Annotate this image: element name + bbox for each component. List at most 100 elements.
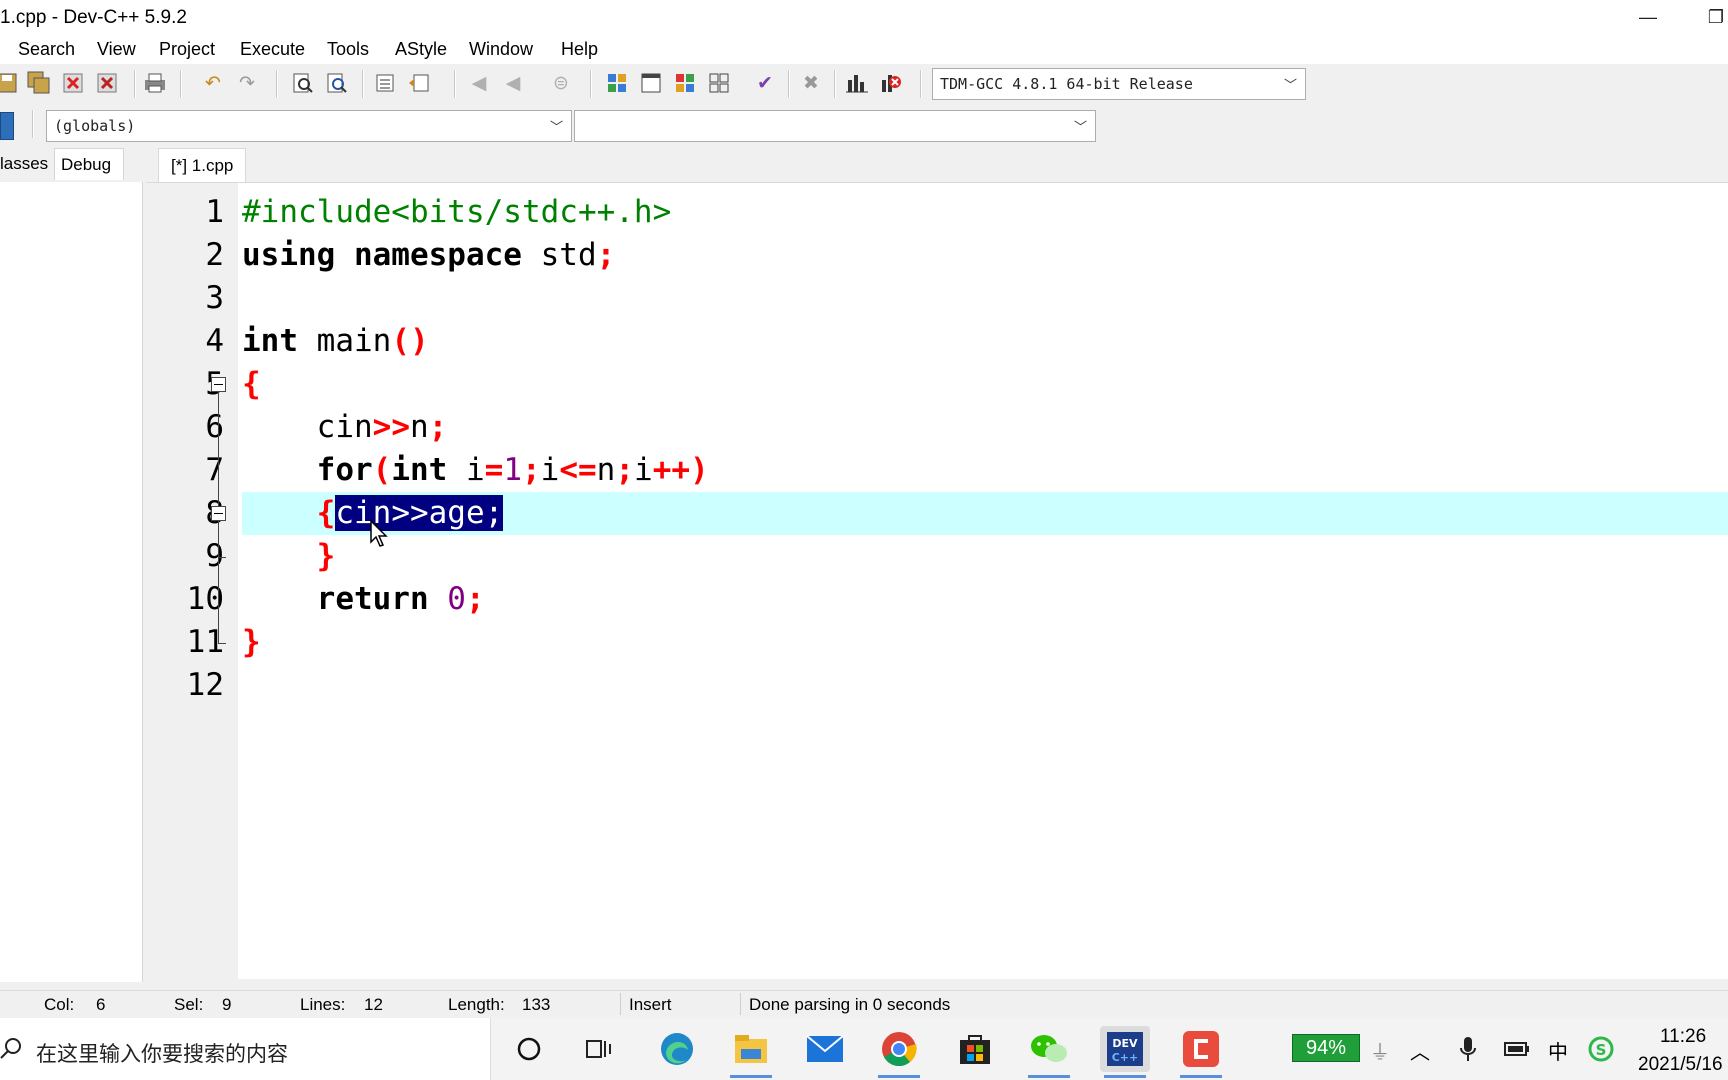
- edge-browser-icon[interactable]: [652, 1026, 702, 1072]
- code-line: int main(): [242, 320, 1728, 363]
- bookmark-next-icon[interactable]: ◀: [500, 70, 526, 96]
- save-icon[interactable]: [0, 70, 20, 96]
- store-icon[interactable]: [950, 1026, 1000, 1072]
- members-select[interactable]: ﹀: [574, 110, 1096, 142]
- code-editor[interactable]: 123456789101112 #include<bits/stdc++.h> …: [156, 183, 1728, 979]
- line-number-gutter: 123456789101112: [156, 183, 238, 979]
- status-bar: Col: 6 Sel: 9 Lines: 12 Length: 133 Inse…: [0, 990, 1728, 1017]
- tab-debug[interactable]: Debug: [54, 148, 124, 180]
- identifier: cin: [316, 409, 373, 445]
- project-panel: lasses Debug: [0, 146, 144, 984]
- devcpp-taskbar-icon[interactable]: DEV C++: [1100, 1026, 1150, 1078]
- status-lines-label: Lines:: [300, 995, 346, 1014]
- rebuild-all-icon[interactable]: [706, 70, 732, 96]
- search-placeholder: 在这里输入你要搜索的内容: [36, 1043, 288, 1066]
- close-file-icon[interactable]: [60, 70, 86, 96]
- menu-window[interactable]: Window: [469, 39, 533, 60]
- menu-search[interactable]: Search: [18, 39, 75, 60]
- menu-project[interactable]: Project: [159, 39, 215, 60]
- tab-file[interactable]: [*] 1.cpp: [158, 148, 247, 182]
- sogou-input-icon[interactable]: S: [1588, 1036, 1614, 1062]
- taskbar-search-box[interactable]: 在这里输入你要搜索的内容: [0, 1018, 491, 1080]
- selected-text[interactable]: cin>>age;: [335, 495, 504, 531]
- cortana-icon[interactable]: [504, 1026, 554, 1072]
- recorder-app-icon[interactable]: [1176, 1026, 1226, 1078]
- status-divider: [740, 993, 741, 1015]
- symbol: (: [372, 452, 392, 488]
- status-col-label: Col:: [44, 995, 75, 1014]
- chevron-up-icon[interactable]: ︿: [1410, 1036, 1430, 1065]
- run-icon[interactable]: [638, 70, 664, 96]
- symbol: ;: [596, 237, 616, 273]
- symbol: {: [242, 366, 261, 402]
- symbol: ): [690, 452, 709, 488]
- delete-profile-icon[interactable]: [878, 70, 904, 96]
- svg-text:C++: C++: [1112, 1051, 1139, 1064]
- clock-time[interactable]: 11:26: [1660, 1026, 1706, 1048]
- wechat-icon[interactable]: [1024, 1026, 1074, 1078]
- close-all-icon[interactable]: [94, 70, 120, 96]
- menu-execute[interactable]: Execute: [240, 39, 305, 60]
- power-plug-icon[interactable]: ⏚: [1370, 1036, 1390, 1065]
- line-number: 7: [205, 452, 224, 488]
- code-line: return 0;: [242, 578, 1728, 621]
- toolbar-separator: [590, 70, 592, 98]
- battery-icon[interactable]: [1504, 1040, 1530, 1058]
- chrome-icon[interactable]: [874, 1026, 924, 1078]
- status-length-value: 133: [522, 995, 551, 1014]
- task-view-icon[interactable]: [574, 1026, 624, 1072]
- chevron-down-icon: ﹀: [549, 120, 563, 136]
- profile-icon[interactable]: [844, 70, 870, 96]
- print-icon[interactable]: [142, 70, 168, 96]
- file-explorer-icon[interactable]: [726, 1026, 776, 1078]
- indent-icon[interactable]: [372, 70, 398, 96]
- undo-icon[interactable]: ↶: [200, 70, 226, 96]
- syntax-check-icon[interactable]: ✔: [752, 70, 778, 96]
- toolbar-separator: [362, 70, 364, 98]
- fold-toggle-icon[interactable]: [211, 377, 226, 392]
- unindent-icon[interactable]: [406, 70, 432, 96]
- ime-indicator[interactable]: 中: [1548, 1036, 1568, 1065]
- redo-icon[interactable]: ↷: [234, 70, 260, 96]
- menu-view[interactable]: View: [97, 39, 136, 60]
- battery-indicator[interactable]: 94%: [1292, 1034, 1360, 1062]
- microphone-icon[interactable]: [1460, 1036, 1476, 1062]
- replace-icon[interactable]: [324, 70, 350, 96]
- symbol: ;: [428, 409, 448, 445]
- goto-line-icon[interactable]: ⊜: [548, 70, 574, 96]
- running-indicator: [878, 1075, 920, 1078]
- minimize-button[interactable]: —: [1618, 0, 1678, 34]
- keyword: using namespace: [242, 237, 522, 273]
- bookmark-prev-icon[interactable]: ◀: [466, 70, 492, 96]
- clock-date[interactable]: 2021/5/16: [1638, 1054, 1723, 1076]
- code-area[interactable]: #include<bits/stdc++.h> using namespace …: [242, 183, 1728, 979]
- class-browser-icon[interactable]: [0, 112, 14, 140]
- chevron-down-icon: ﹀: [1073, 120, 1087, 136]
- compiler-select[interactable]: TDM-GCC 4.8.1 64-bit Release ﹀: [932, 68, 1306, 100]
- save-all-icon[interactable]: [26, 70, 52, 96]
- tab-classes[interactable]: lasses: [0, 148, 50, 180]
- toolbar-separator: [834, 70, 836, 98]
- fold-toggle-icon[interactable]: [211, 506, 226, 521]
- code-line-active: {cin>>age;: [242, 492, 1728, 535]
- title-bar: 1.cpp - Dev-C++ 5.9.2 — ❐: [0, 0, 1728, 34]
- line-number: 1: [205, 194, 224, 230]
- find-icon[interactable]: [290, 70, 316, 96]
- line-number: 12: [186, 667, 224, 703]
- symbol: <=: [559, 452, 597, 488]
- status-sel-value: 9: [222, 995, 232, 1014]
- menu-tools[interactable]: Tools: [327, 39, 369, 60]
- compile-run-icon[interactable]: [672, 70, 698, 96]
- scope-select[interactable]: (globals) ﹀: [46, 110, 572, 142]
- stop-execution-icon[interactable]: ✖: [798, 70, 824, 96]
- mail-icon[interactable]: [800, 1026, 850, 1072]
- preprocessor-directive: #include<bits/stdc++.h>: [242, 194, 672, 230]
- compile-icon[interactable]: [604, 70, 630, 96]
- status-sel-label: Sel:: [174, 995, 204, 1014]
- status-divider: [620, 993, 621, 1015]
- menu-help[interactable]: Help: [561, 39, 598, 60]
- menu-astyle[interactable]: AStyle: [395, 39, 447, 60]
- restore-button[interactable]: ❐: [1686, 0, 1728, 34]
